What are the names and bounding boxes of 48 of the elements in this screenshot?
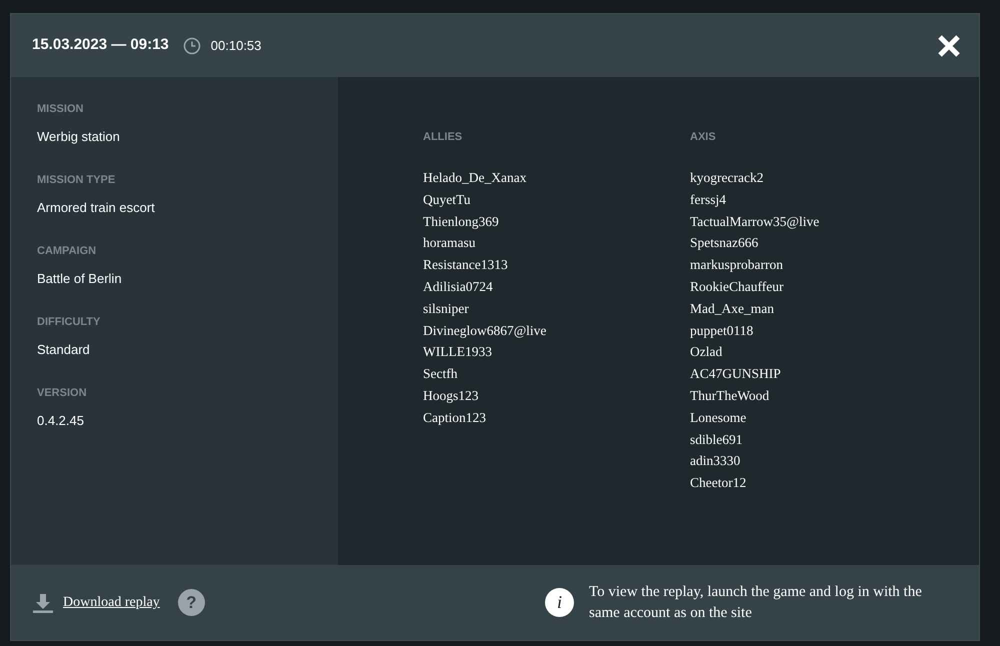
clock-icon [182,36,201,54]
player-name: WILLE1933 [423,343,493,362]
detail-label: MISSION TYPE [37,173,116,188]
player-name: adin3330 [690,452,742,470]
match-datetime: 15.03.2023 — 09:13 [32,35,169,56]
detail-value: 0.4.2.45 [37,412,85,429]
detail-label: DIFFICULTY [37,315,102,330]
team-heading: AXIS [690,130,717,145]
player-name: puppet0118 [690,322,754,340]
player-name: ferssj4 [690,190,727,209]
player-name: kyogrecrack2 [690,169,764,187]
player-name: QuyetTu [423,190,472,209]
player-name: AC47GUNSHIP [690,365,782,384]
player-name: Hoogs123 [423,386,480,405]
player-name: Sectfh [423,365,458,384]
player-name: Ozlad [690,343,724,362]
close-icon [937,34,961,58]
player-name: Cheetor12 [690,474,748,492]
info-message: To view the replay, launch the game and log in with the same account as on the site [589,582,923,622]
player-name: RookieChauffeur [690,278,784,296]
match-duration: 00:10:53 [210,36,262,55]
player-name: sdible691 [690,430,744,449]
team-heading: ALLIES [423,130,464,145]
player-name: markusprobarron [690,256,784,274]
player-name: Helado_De_Xanax [423,169,528,187]
player-name: horamasu [423,234,476,252]
info-icon: i [545,588,574,617]
download-replay-link[interactable]: Download replay [63,592,160,613]
help-button[interactable]: ? [178,589,205,616]
detail-label: VERSION [37,386,88,401]
player-name: Thienlong369 [423,212,500,231]
player-name: ThurTheWood [690,386,770,405]
detail-value: Battle of Berlin [37,270,123,287]
detail-value: Standard [37,341,91,358]
player-name: Mad_Axe_man [690,300,775,318]
player-name: Resistance1313 [423,256,509,274]
download-icon [33,592,53,612]
player-name: TactualMarrow35@live [690,212,820,231]
player-name: Caption123 [423,408,487,427]
player-name: silsniper [423,300,470,318]
player-name: Adilisia0724 [423,278,494,296]
detail-value: Werbig station [37,128,121,145]
detail-label: CAMPAIGN [37,244,98,259]
player-name: Spetsnaz666 [690,234,760,252]
player-name: Divineglow6867@live [423,322,548,340]
detail-label: MISSION [37,102,84,117]
detail-value: Armored train escort [37,199,156,216]
player-name: Lonesome [690,408,748,427]
